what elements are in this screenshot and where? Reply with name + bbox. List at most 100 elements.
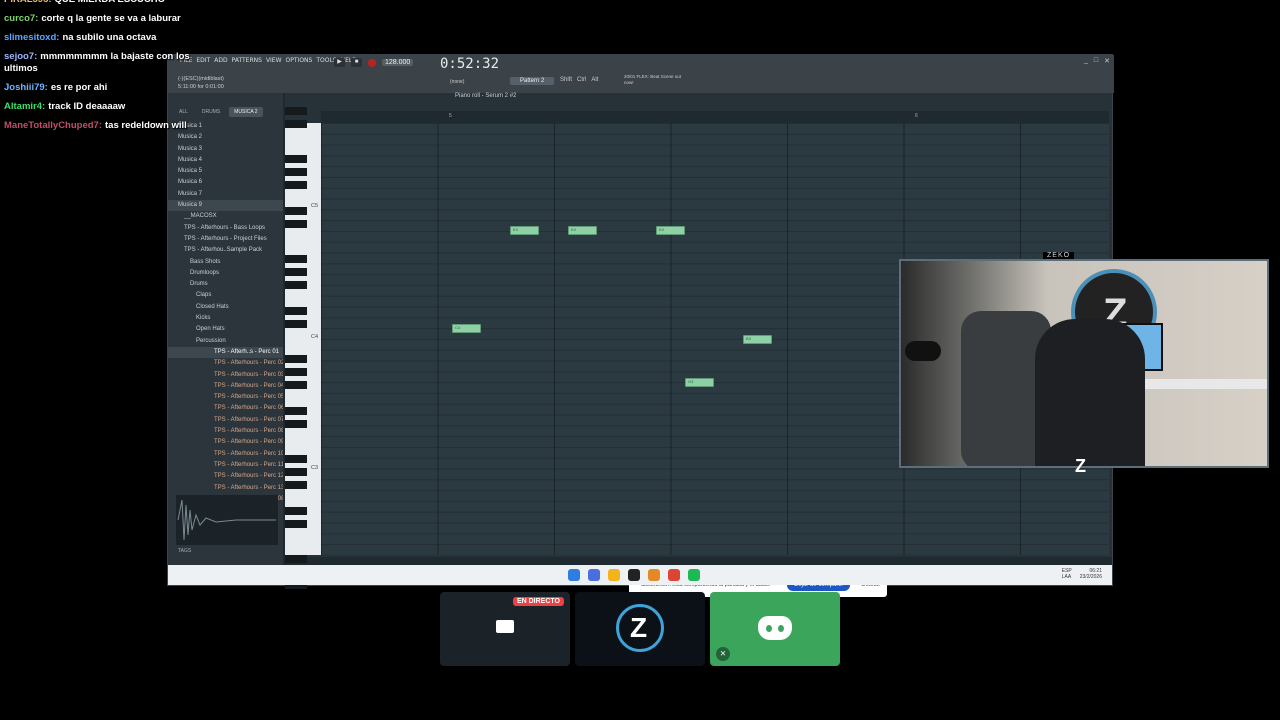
chat-username[interactable]: PIRAL595: xyxy=(4,0,52,5)
browser-folder[interactable]: Musica 3 xyxy=(168,144,283,155)
browser-file[interactable]: TPS - Afterhours - Perc 13 xyxy=(168,483,283,494)
zeko-tile[interactable]: Z xyxy=(575,592,705,666)
play-icon[interactable]: ▶ xyxy=(334,58,345,67)
fl-studio-icon[interactable] xyxy=(648,569,660,581)
browser-folder[interactable]: Musica 4 xyxy=(168,155,283,166)
maximize-icon[interactable]: □ xyxy=(1094,57,1098,65)
browser-folder[interactable]: TPS - Afterhours - Project Files xyxy=(168,234,283,245)
modifier-key[interactable]: Shift xyxy=(560,77,572,83)
browser-folder[interactable]: Musica 6 xyxy=(168,177,283,188)
browser-folder[interactable]: Claps xyxy=(168,290,283,301)
chat-message: PIRAL595:QUE MIERDA ESCUCHO xyxy=(4,0,204,6)
chat-username[interactable]: Joshiii79: xyxy=(4,82,48,93)
browser-file[interactable]: TPS - Afterhours - Perc 08 xyxy=(168,426,283,437)
browser-folder[interactable]: Kicks xyxy=(168,313,283,324)
taskbar-apps xyxy=(568,569,700,581)
chat-username[interactable]: ManeTotallyChuped7: xyxy=(4,120,102,131)
muted-mic-icon[interactable]: ⨯ xyxy=(716,647,730,661)
menu-item[interactable]: OPTIONS xyxy=(286,57,313,64)
browser-folder[interactable]: Open Hats xyxy=(168,324,283,335)
browser-file[interactable]: TPS - Afterhours - Perc 02 xyxy=(168,358,283,369)
browser-file[interactable]: TPS - Afterhours - Perc 07 xyxy=(168,415,283,426)
note-label: E4 xyxy=(571,227,576,232)
browser-folder[interactable]: __MACOSX xyxy=(168,211,283,222)
browser-file[interactable]: TPS - Afterhours - Perc 05 xyxy=(168,392,283,403)
timeline-ruler[interactable]: 5 6 xyxy=(321,111,1109,123)
bar-marker: 6 xyxy=(915,113,918,119)
menu-item[interactable]: ADD xyxy=(214,57,227,64)
browser-file[interactable]: TPS - Afterhours - Perc 11 xyxy=(168,460,283,471)
browser-tab[interactable]: MUSICA 2 xyxy=(229,107,263,117)
browser-folder[interactable]: TPS - Afterhours - Bass Loops xyxy=(168,223,283,234)
close-icon[interactable]: ✕ xyxy=(1104,57,1110,65)
midi-note[interactable]: G3 xyxy=(685,378,714,387)
browser-file[interactable]: TPS - Afterhours - Perc 03 xyxy=(168,370,283,381)
record-icon[interactable] xyxy=(368,58,376,67)
browser-folder[interactable]: Musica 5 xyxy=(168,166,283,177)
app-icon[interactable] xyxy=(588,569,600,581)
webcam-feed: Z xyxy=(899,259,1269,468)
chat-text: track ID deaaaaw xyxy=(48,101,126,112)
window-controls: _ □ ✕ xyxy=(1084,57,1110,65)
spotify-icon[interactable] xyxy=(688,569,700,581)
discord-icon xyxy=(758,616,792,640)
language-indicator[interactable]: ESP LAA xyxy=(1062,568,1072,580)
microphone-icon xyxy=(905,341,941,361)
discord-tile[interactable]: ⨯ xyxy=(710,592,840,666)
chat-username[interactable]: Altamir4: xyxy=(4,101,45,112)
piano-roll-title: Piano roll - Serum 2 #2 xyxy=(455,93,517,99)
system-tray: ESP LAA 06:21 23/2/2026 xyxy=(1062,568,1102,580)
chat-message: slimesitoxd: na subilo una octava xyxy=(4,32,204,44)
app-icon[interactable] xyxy=(628,569,640,581)
browser-folder[interactable]: Drums xyxy=(168,279,283,290)
midi-note[interactable]: E4 xyxy=(656,226,685,235)
browser-folder[interactable]: Bass Shots xyxy=(168,257,283,268)
chat-username[interactable]: sejoo7: xyxy=(4,51,37,62)
clock-date: 23/2/2026 xyxy=(1079,574,1102,580)
midi-note[interactable]: C4 xyxy=(452,324,481,333)
snap-select[interactable]: (none) xyxy=(450,79,464,85)
chat-username[interactable]: curco7: xyxy=(4,13,38,24)
browser-folder[interactable]: Drumloops xyxy=(168,268,283,279)
song-time-display: 0:52:32 xyxy=(440,56,500,72)
chrome-icon[interactable] xyxy=(668,569,680,581)
piano-keys[interactable]: C5 C4 C3 xyxy=(285,107,321,589)
browser-folder[interactable]: Closed Hats xyxy=(168,302,283,313)
browser-folder[interactable]: Percussion xyxy=(168,336,283,347)
note-label: B3 xyxy=(746,336,751,341)
chat-username[interactable]: slimesitoxd: xyxy=(4,32,59,43)
menu-item[interactable]: PATTERNS xyxy=(232,57,262,64)
zeko-avatar: Z xyxy=(616,604,664,652)
live-badge: EN DIRECTO xyxy=(512,597,564,606)
tempo-display[interactable]: 128.000 xyxy=(382,59,414,66)
pattern-selector[interactable]: Pattern 2 xyxy=(510,77,555,85)
browser-file[interactable]: TPS - Afterh..s - Perc 01 xyxy=(168,346,283,359)
midi-note[interactable]: B3 xyxy=(743,335,772,344)
modifier-key[interactable]: Ctrl xyxy=(577,77,586,83)
browser-file[interactable]: TPS - Afterhours - Perc 12 xyxy=(168,471,283,482)
note-label: G3 xyxy=(688,379,694,384)
browser-file[interactable]: TPS - Afterhours - Perc 10 xyxy=(168,449,283,460)
menu-item[interactable]: VIEW xyxy=(266,57,282,64)
windows-start-icon[interactable] xyxy=(568,569,580,581)
chat-text: corte q la gente se va a laburar xyxy=(41,13,181,24)
midi-note[interactable]: E4 xyxy=(510,226,539,235)
browser-file[interactable]: TPS - Afterhours - Perc 04 xyxy=(168,381,283,392)
screen-share-tile[interactable]: EN DIRECTO xyxy=(440,592,570,666)
browser-folder[interactable]: Musica 9 xyxy=(168,200,283,212)
minimize-icon[interactable]: _ xyxy=(1084,57,1088,65)
chat-message: sejoo7: mmmmmmmm la bajaste con los ultim… xyxy=(4,51,204,75)
midi-note[interactable]: E4 xyxy=(568,226,597,235)
chat-text: na subilo una octava xyxy=(62,32,157,43)
browser-folder[interactable]: Musica 7 xyxy=(168,189,283,200)
modifier-key[interactable]: Alt xyxy=(591,77,598,83)
octave-label: C4 xyxy=(311,334,319,340)
browser-file[interactable]: TPS - Afterhours - Perc 09 xyxy=(168,437,283,448)
fl-toolbar: FILE EDIT ADD PATTERNS VIEW OPTIONS TOOLS HELP … xyxy=(168,55,1114,93)
news-panel[interactable]: 20/01 FLEX: Beat Scene out now! xyxy=(624,74,684,86)
file-explorer-icon[interactable] xyxy=(608,569,620,581)
browser-folder[interactable]: TPS - Afterhou..Sample Pack xyxy=(168,245,283,256)
stop-icon[interactable]: ■ xyxy=(351,58,362,67)
clock[interactable]: 06:21 23/2/2026 xyxy=(1080,568,1102,580)
browser-file[interactable]: TPS - Afterhours - Perc 06 xyxy=(168,403,283,414)
